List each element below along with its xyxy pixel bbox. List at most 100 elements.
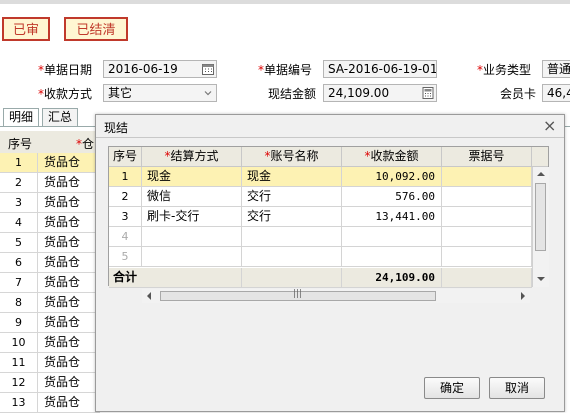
tab-detail[interactable]: 明细 bbox=[3, 108, 39, 126]
vertical-scrollbar[interactable] bbox=[532, 167, 549, 287]
bg-row-number: 13 bbox=[11, 396, 26, 409]
bg-row-number: 1 bbox=[15, 156, 22, 169]
chevron-down-icon[interactable] bbox=[202, 87, 214, 99]
settled-status-button[interactable]: 已结清 bbox=[64, 17, 128, 41]
bg-row-number: 5 bbox=[15, 236, 22, 249]
row-amount[interactable]: 576.00 bbox=[342, 187, 442, 207]
dialog-title: 现结 bbox=[104, 121, 129, 135]
bg-table-row[interactable]: 13 货品仓 bbox=[0, 393, 100, 413]
audit-status-button[interactable]: 已审 bbox=[2, 17, 50, 41]
total-label: 合计 bbox=[109, 268, 242, 288]
bg-table-row[interactable]: 12 货品仓 bbox=[0, 373, 100, 393]
bg-table-row[interactable]: 7 货品仓 bbox=[0, 273, 100, 293]
horizontal-scroll-thumb[interactable]: ||| bbox=[160, 289, 436, 301]
bg-table-row[interactable]: 11 货品仓 bbox=[0, 353, 100, 373]
row-ticket[interactable] bbox=[442, 227, 532, 247]
row-seq[interactable]: 5 bbox=[109, 247, 142, 267]
row-amount[interactable]: 13,441.00 bbox=[342, 207, 442, 227]
bg-table-row[interactable]: 8 货品仓 bbox=[0, 293, 100, 313]
row-seq[interactable]: 1 bbox=[109, 167, 142, 187]
row-amount[interactable] bbox=[342, 247, 442, 267]
bg-table-row[interactable]: 2 货品仓 bbox=[0, 173, 100, 193]
bg-table-row[interactable]: 9 货品仓 bbox=[0, 313, 100, 333]
row-amount[interactable] bbox=[342, 227, 442, 247]
bg-table-row[interactable]: 6 货品仓 bbox=[0, 253, 100, 273]
bg-row-number: 11 bbox=[11, 356, 26, 369]
calendar-icon[interactable] bbox=[202, 63, 214, 75]
bg-col-seq: 序号 bbox=[8, 137, 33, 151]
dialog-titlebar: 现结 × bbox=[96, 115, 564, 138]
bg-table-row[interactable]: 1 货品仓 bbox=[0, 153, 100, 173]
vertical-scroll-thumb[interactable] bbox=[535, 183, 546, 251]
bg-col-warehouse: *仓 bbox=[76, 137, 95, 151]
row-ticket[interactable] bbox=[442, 187, 532, 207]
cash-amount-label: 现结金额 bbox=[268, 87, 317, 101]
bg-row-warehouse: 货品仓 bbox=[44, 255, 81, 269]
scroll-right-icon[interactable] bbox=[519, 292, 527, 300]
bg-grid-header: 序号 *仓 bbox=[0, 131, 100, 154]
row-seq[interactable]: 2 bbox=[109, 187, 142, 207]
biztype-label: *业务类型 bbox=[477, 63, 532, 77]
row-account[interactable]: 交行 bbox=[242, 207, 342, 227]
col-scroll-header bbox=[532, 147, 548, 167]
row-method[interactable]: 刷卡-交行 bbox=[142, 207, 242, 227]
docno-field[interactable]: SA-2016-06-19-01 bbox=[323, 60, 437, 78]
cancel-button[interactable]: 取消 bbox=[489, 377, 545, 399]
member-card-field[interactable]: 46,4 bbox=[542, 84, 570, 102]
bg-table-row[interactable]: 4 货品仓 bbox=[0, 213, 100, 233]
payway-select[interactable]: 其它 bbox=[103, 84, 217, 102]
bg-row-warehouse: 货品仓 bbox=[44, 215, 81, 229]
calculator-icon[interactable] bbox=[422, 87, 434, 99]
row-method[interactable] bbox=[142, 247, 242, 267]
col-method: *结算方式 bbox=[142, 147, 242, 167]
bg-row-number: 12 bbox=[11, 376, 26, 389]
row-seq[interactable]: 3 bbox=[109, 207, 142, 227]
row-ticket[interactable] bbox=[442, 207, 532, 227]
col-account: *账号名称 bbox=[242, 147, 342, 167]
row-ticket[interactable] bbox=[442, 167, 532, 187]
row-method[interactable]: 微信 bbox=[142, 187, 242, 207]
bg-table-row[interactable]: 3 货品仓 bbox=[0, 193, 100, 213]
scroll-down-icon[interactable] bbox=[536, 275, 546, 283]
bg-row-warehouse: 货品仓 bbox=[44, 275, 81, 289]
bg-row-divider bbox=[37, 193, 38, 213]
date-field[interactable]: 2016-06-19 bbox=[103, 60, 217, 78]
bg-row-warehouse: 货品仓 bbox=[44, 335, 81, 349]
scroll-up-icon[interactable] bbox=[536, 170, 546, 178]
bg-row-number: 3 bbox=[15, 196, 22, 209]
row-seq[interactable]: 4 bbox=[109, 227, 142, 247]
row-amount[interactable]: 10,092.00 bbox=[342, 167, 442, 187]
bg-row-divider bbox=[37, 373, 38, 393]
col-ticket: 票据号 bbox=[442, 147, 532, 167]
horizontal-scrollbar[interactable]: ||| bbox=[142, 289, 530, 303]
row-account[interactable]: 交行 bbox=[242, 187, 342, 207]
col-seq: 序号 bbox=[109, 147, 142, 167]
row-account[interactable] bbox=[242, 227, 342, 247]
bg-row-warehouse: 货品仓 bbox=[44, 155, 81, 169]
row-method[interactable]: 现金 bbox=[142, 167, 242, 187]
tab-summary[interactable]: 汇总 bbox=[42, 108, 78, 126]
bg-row-number: 9 bbox=[15, 316, 22, 329]
confirm-button[interactable]: 确定 bbox=[424, 377, 480, 399]
row-method[interactable] bbox=[142, 227, 242, 247]
bg-row-divider bbox=[37, 333, 38, 353]
row-account[interactable]: 现金 bbox=[242, 167, 342, 187]
total-amount: 24,109.00 bbox=[342, 268, 442, 288]
bg-table-row[interactable]: 10 货品仓 bbox=[0, 333, 100, 353]
bg-row-divider bbox=[37, 173, 38, 193]
scroll-left-icon[interactable] bbox=[145, 292, 153, 300]
member-card-label: 会员卡 bbox=[500, 87, 537, 101]
bg-row-divider bbox=[37, 313, 38, 333]
bg-table-row[interactable]: 5 货品仓 bbox=[0, 233, 100, 253]
row-account[interactable] bbox=[242, 247, 342, 267]
biztype-field[interactable]: 普通 bbox=[542, 60, 570, 78]
cash-amount-field[interactable]: 24,109.00 bbox=[323, 84, 437, 102]
col-amount: *收款金额 bbox=[342, 147, 442, 167]
close-icon[interactable]: × bbox=[543, 116, 556, 135]
row-ticket[interactable] bbox=[442, 247, 532, 267]
date-label: *单据日期 bbox=[38, 63, 93, 77]
bg-row-warehouse: 货品仓 bbox=[44, 355, 81, 369]
bg-row-number: 2 bbox=[15, 176, 22, 189]
bg-row-divider bbox=[37, 253, 38, 273]
bg-row-divider bbox=[37, 353, 38, 373]
